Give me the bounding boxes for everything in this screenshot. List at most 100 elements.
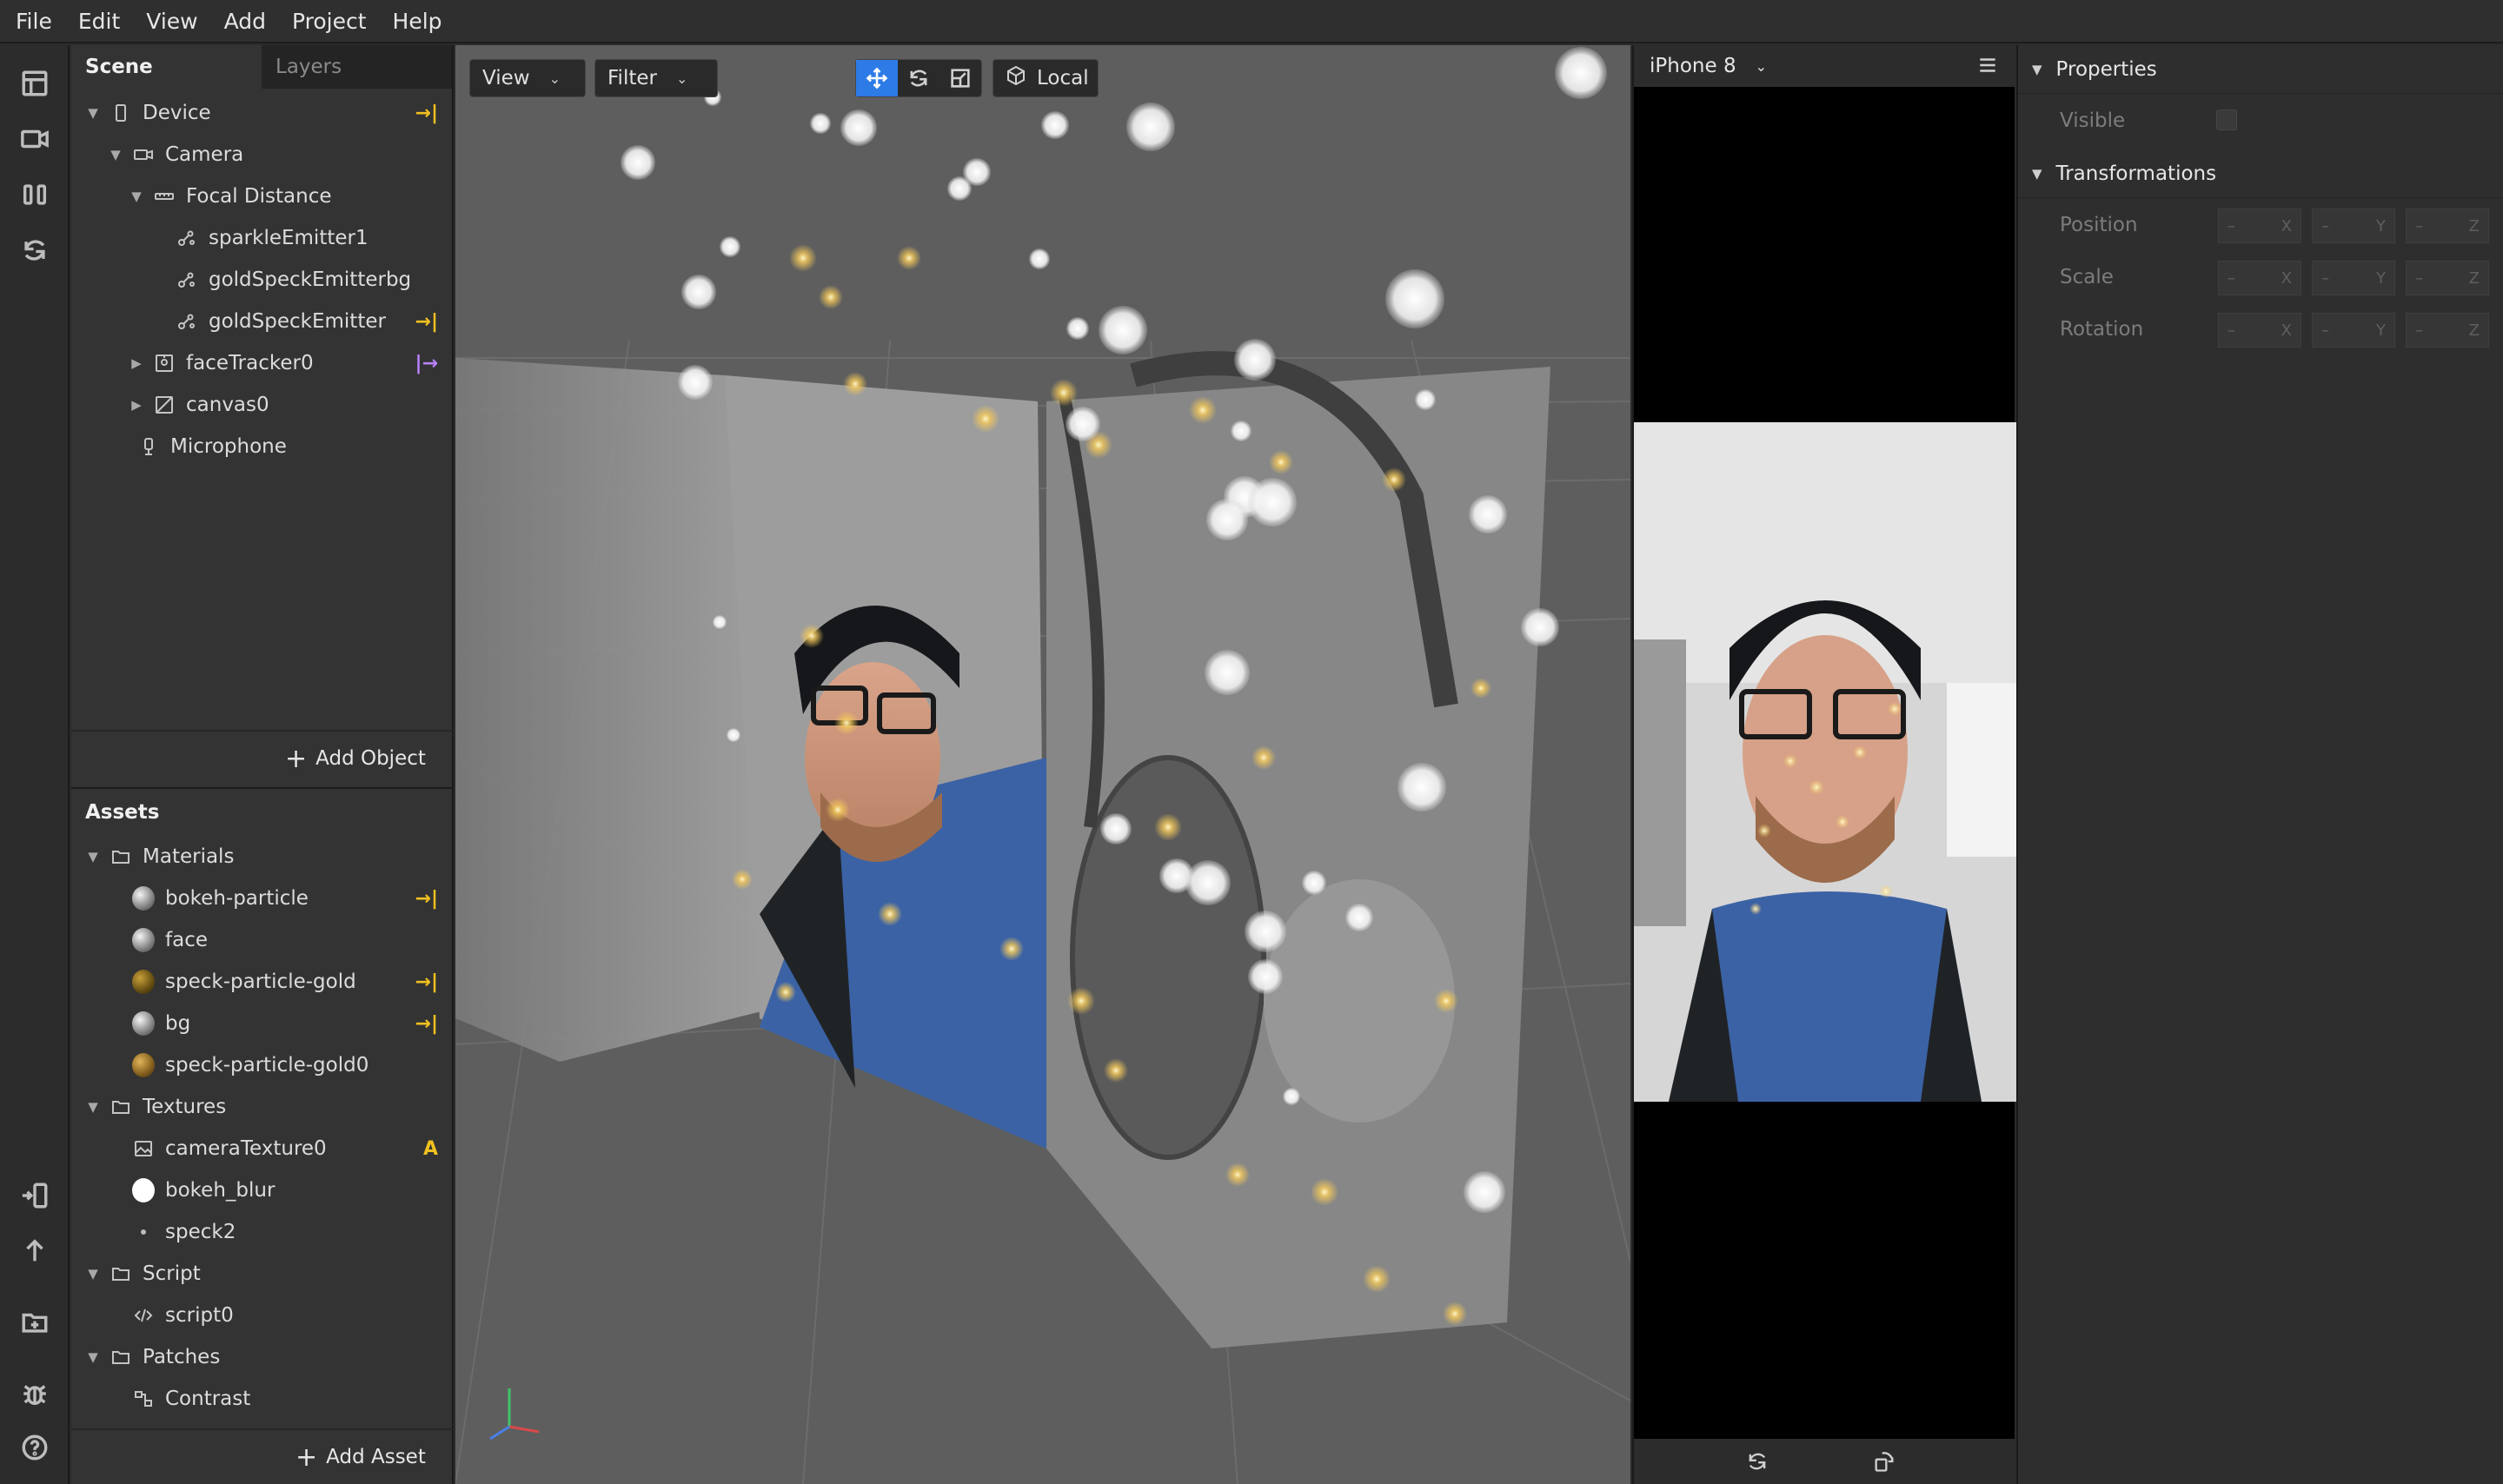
asset-item-bg[interactable]: bg →|	[71, 1003, 454, 1044]
menu-help[interactable]: Help	[393, 9, 442, 34]
scene-item-label: goldSpeckEmitterbg	[209, 268, 412, 291]
view-dropdown-label: View	[482, 67, 530, 89]
pause-columns-icon[interactable]	[14, 174, 56, 215]
caret-down-icon[interactable]: ▼	[85, 1266, 101, 1282]
scene-item-device[interactable]: ▼ Device →|	[71, 92, 454, 134]
assets-panel: Assets ▼ Materials bokeh-particle →| fac…	[71, 787, 454, 1484]
video-icon[interactable]	[14, 118, 56, 160]
scene-item-label: faceTracker0	[186, 352, 314, 374]
asset-folder-script[interactable]: ▼ Script	[71, 1253, 454, 1295]
move-tool-icon[interactable]	[856, 60, 898, 96]
asset-item-speck2[interactable]: speck2	[71, 1211, 454, 1253]
asset-item-script0[interactable]: script0	[71, 1295, 454, 1336]
position-y-field[interactable]: – Y	[2312, 209, 2395, 243]
caret-down-icon[interactable]: ▼	[85, 1349, 101, 1365]
folder-add-icon[interactable]	[14, 1302, 56, 1343]
scene-viewport[interactable]: View ⌄ Filter ⌄ Local	[455, 45, 1630, 1484]
code-icon	[132, 1304, 155, 1327]
asset-label: Materials	[143, 845, 235, 868]
scene-item-camera[interactable]: ▼ Camera	[71, 134, 454, 176]
scale-x-field[interactable]: – X	[2218, 261, 2301, 295]
caret-right-icon[interactable]: ▶	[129, 355, 144, 371]
viewport-canvas[interactable]	[455, 45, 1630, 1484]
caret-down-icon[interactable]: ▼	[85, 105, 101, 121]
add-asset-label: Add Asset	[326, 1446, 426, 1468]
device-selector[interactable]: iPhone 8	[1650, 55, 1736, 77]
patch-icon	[132, 1388, 155, 1410]
rotation-y-field[interactable]: – Y	[2312, 313, 2395, 348]
scene-item-focal-distance[interactable]: ▼ Focal Distance	[71, 176, 454, 217]
axis-gizmo-icon	[489, 1388, 540, 1441]
menu-add[interactable]: Add	[224, 9, 266, 34]
add-asset-button[interactable]: + Add Asset	[295, 1435, 426, 1479]
bug-icon[interactable]	[14, 1373, 56, 1414]
tab-layers[interactable]: Layers	[262, 45, 452, 89]
caret-down-icon[interactable]: ▼	[85, 849, 101, 865]
asset-item-speck-particle-gold0[interactable]: speck-particle-gold0	[71, 1044, 454, 1086]
position-label: Position	[2060, 214, 2138, 236]
transformations-section-header[interactable]: ▼ Transformations	[2018, 149, 2503, 198]
scene-item-gold-speck-emitter[interactable]: goldSpeckEmitter →|	[71, 301, 454, 342]
visible-checkbox[interactable]	[2216, 109, 2237, 130]
local-space-toggle[interactable]: Local	[993, 59, 1099, 97]
emitter-icon	[176, 268, 198, 291]
asset-folder-patches[interactable]: ▼ Patches	[71, 1336, 454, 1378]
flag-badge: →|	[415, 310, 438, 333]
caret-down-icon[interactable]: ▼	[85, 1099, 101, 1115]
rotation-x-field[interactable]: – X	[2218, 313, 2301, 348]
asset-folder-materials[interactable]: ▼ Materials	[71, 836, 454, 878]
tab-scene[interactable]: Scene	[71, 45, 262, 89]
upload-icon[interactable]	[14, 1230, 56, 1272]
position-z-field[interactable]: – Z	[2406, 209, 2489, 243]
asset-item-bokeh-particle[interactable]: bokeh-particle →|	[71, 878, 454, 919]
material-sphere-icon	[132, 1053, 155, 1077]
filter-dropdown[interactable]: Filter ⌄	[594, 59, 718, 97]
flag-badge: →|	[415, 1012, 438, 1035]
scale-y-field[interactable]: – Y	[2312, 261, 2395, 295]
menu-icon[interactable]	[1976, 54, 1999, 82]
menu-view[interactable]: View	[146, 9, 197, 34]
rotate-device-icon[interactable]	[1745, 1449, 1769, 1479]
scale-tool-icon[interactable]	[939, 60, 981, 96]
rotation-z-field[interactable]: – Z	[2406, 313, 2489, 348]
flag-badge: →|	[415, 102, 438, 124]
view-dropdown[interactable]: View ⌄	[469, 59, 586, 97]
properties-section-header[interactable]: ▼ Properties	[2018, 45, 2503, 94]
flag-badge: →|	[415, 971, 438, 993]
scene-item-microphone[interactable]: Microphone	[71, 426, 454, 467]
asset-item-camera-texture[interactable]: cameraTexture0 A	[71, 1128, 454, 1169]
caret-down-icon[interactable]: ▼	[129, 189, 144, 204]
chevron-down-icon[interactable]: ⌄	[1756, 58, 1767, 75]
position-x-field[interactable]: – X	[2218, 209, 2301, 243]
scene-item-face-tracker[interactable]: ▶ faceTracker0 |→	[71, 342, 454, 384]
layout-icon[interactable]	[14, 63, 56, 104]
menu-project[interactable]: Project	[292, 9, 367, 34]
rotate-tool-icon[interactable]	[898, 60, 939, 96]
asset-item-contrast[interactable]: Contrast	[71, 1378, 454, 1420]
asset-folder-textures[interactable]: ▼ Textures	[71, 1086, 454, 1128]
menu-file[interactable]: File	[16, 9, 52, 34]
scale-x-value: –	[2227, 268, 2235, 288]
asset-label: Patches	[143, 1346, 221, 1368]
orientation-icon[interactable]	[1872, 1449, 1896, 1479]
asset-label: speck-particle-gold0	[165, 1054, 369, 1077]
add-object-button[interactable]: + Add Object	[285, 737, 426, 780]
device-send-icon[interactable]	[14, 1175, 56, 1216]
scene-item-label: Microphone	[170, 435, 287, 458]
asset-item-bokeh-blur[interactable]: bokeh_blur	[71, 1169, 454, 1211]
caret-right-icon[interactable]: ▶	[129, 397, 144, 413]
menu-edit[interactable]: Edit	[78, 9, 120, 34]
asset-label: bokeh-particle	[165, 887, 309, 910]
help-icon[interactable]	[14, 1427, 56, 1468]
asset-item-face[interactable]: face	[71, 919, 454, 961]
axis-label: Z	[2468, 216, 2480, 235]
scene-item-canvas[interactable]: ▶ canvas0	[71, 384, 454, 426]
asset-label: cameraTexture0	[165, 1137, 327, 1160]
position-z-value: –	[2415, 216, 2423, 235]
caret-down-icon[interactable]: ▼	[108, 147, 123, 162]
refresh-icon[interactable]	[14, 229, 56, 271]
scene-item-sparkle-emitter[interactable]: sparkleEmitter1	[71, 217, 454, 259]
asset-item-speck-particle-gold[interactable]: speck-particle-gold →|	[71, 961, 454, 1003]
scale-z-field[interactable]: – Z	[2406, 261, 2489, 295]
scene-item-gold-speck-emitter-bg[interactable]: goldSpeckEmitterbg	[71, 259, 454, 301]
